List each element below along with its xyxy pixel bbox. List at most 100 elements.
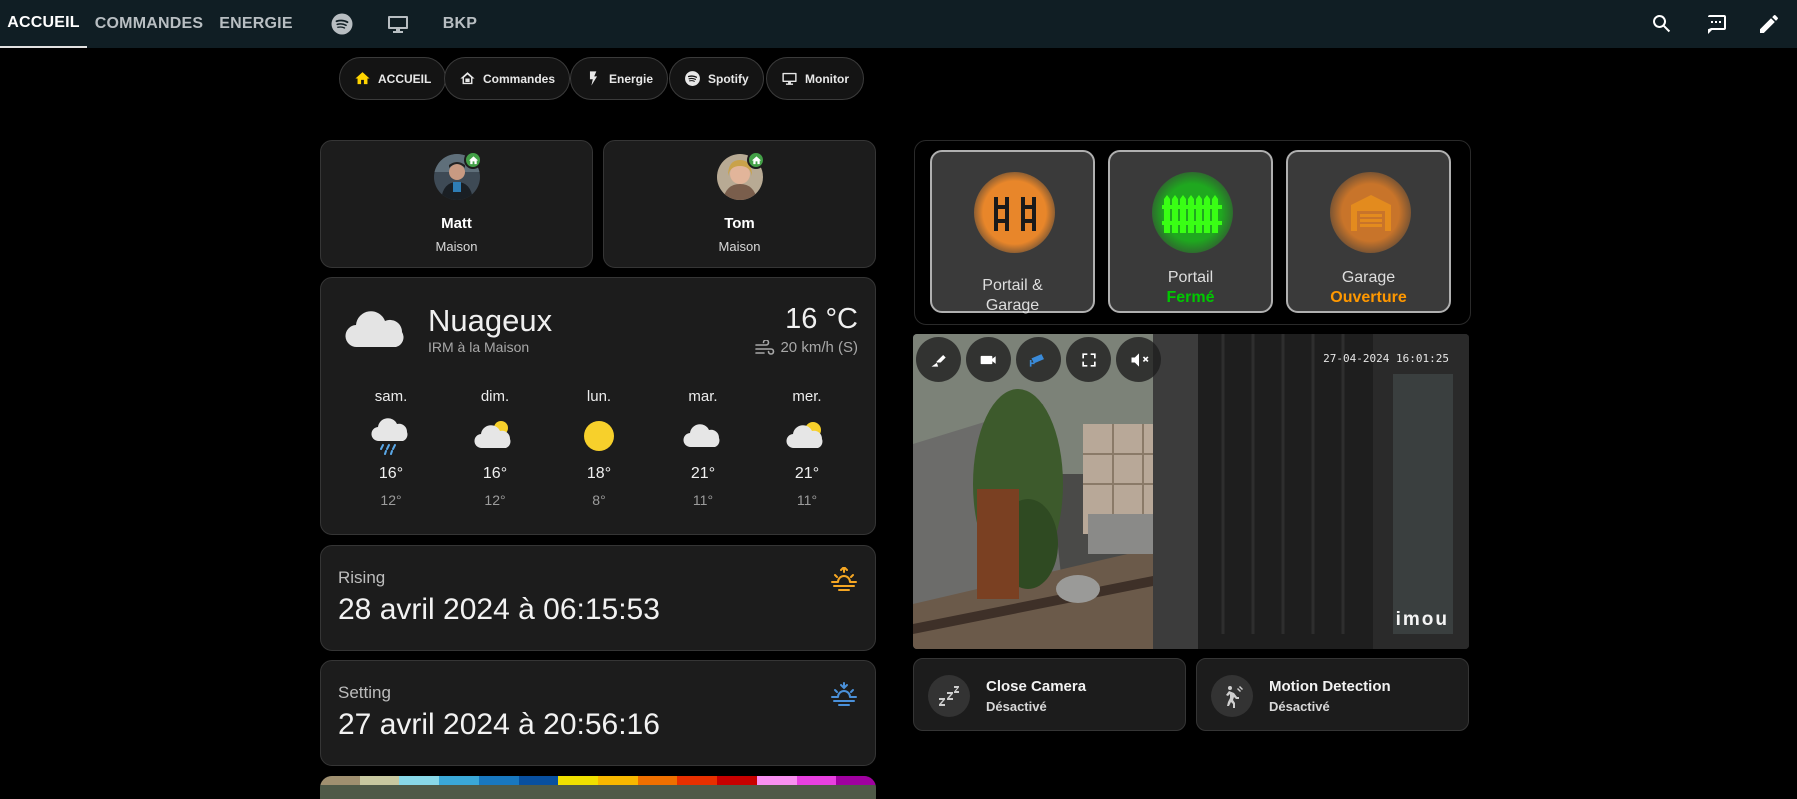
- top-app-bar: ACCUEIL COMMANDES ENERGIE BKP: [0, 0, 1797, 48]
- sun-setting-card[interactable]: Setting 27 avril 2024 à 20:56:16: [320, 660, 876, 766]
- tab-energie[interactable]: ENERGIE: [211, 0, 301, 48]
- forecast-low: 12°: [484, 492, 506, 508]
- tile-name: Close Camera: [986, 678, 1087, 695]
- partly-cloudy-icon: [455, 413, 535, 459]
- chip-spotify[interactable]: Spotify: [669, 57, 764, 100]
- tile-close-camera[interactable]: Close Camera Désactivé: [913, 658, 1186, 731]
- gate-closed-icon: [1152, 172, 1233, 253]
- forecast-day: lun. 18° 8°: [559, 388, 639, 508]
- person-card-tom[interactable]: Tom Maison: [603, 140, 876, 268]
- weather-card[interactable]: Nuageux IRM à la Maison 16 °C 20 km/h (S…: [320, 277, 876, 535]
- sun-icon: [559, 413, 639, 459]
- forecast-high: 21°: [690, 465, 716, 482]
- mute-button[interactable]: [1116, 337, 1161, 382]
- weather-source: IRM à la Maison: [428, 339, 530, 355]
- flash-icon: [589, 71, 598, 86]
- wind-value: 20 km/h (S): [780, 339, 858, 356]
- sun-setting-value: 27 avril 2024 à 20:56:16: [338, 708, 660, 741]
- sunrise-icon: [831, 567, 857, 591]
- person-state: Maison: [435, 239, 478, 254]
- fullscreen-button[interactable]: [1066, 337, 1111, 382]
- chip-accueil[interactable]: ACCUEIL: [339, 57, 447, 100]
- mute-icon: [1131, 352, 1148, 367]
- camera-timestamp: 27-04-2024 16:01:25: [1323, 352, 1449, 365]
- tab-accueil[interactable]: ACCUEIL: [0, 0, 87, 48]
- chip-commandes[interactable]: Commandes: [444, 57, 571, 100]
- assist-chat-icon[interactable]: [1704, 12, 1728, 36]
- garage-icon: [1330, 172, 1411, 253]
- cloud-icon: [663, 413, 743, 459]
- cctv-icon: [1029, 353, 1044, 367]
- partly-cloudy-icon: [767, 413, 847, 459]
- chip-label: Monitor: [805, 71, 849, 86]
- rainy-cloud-icon: [351, 413, 431, 459]
- forecast-high: 16°: [378, 465, 404, 482]
- home-zone-badge: [747, 151, 765, 169]
- chip-label: Energie: [609, 71, 654, 86]
- weather-temperature: 16 °C: [785, 303, 858, 335]
- chip-label: Commandes: [483, 71, 556, 86]
- forecast-high: 16°: [482, 465, 508, 482]
- sunset-icon: [831, 682, 857, 706]
- spotify-icon: [685, 71, 700, 86]
- wind-icon: [755, 339, 775, 355]
- cover-portail[interactable]: Portail Fermé: [1108, 150, 1273, 313]
- cover-portail-garage[interactable]: Portail & Garage: [930, 150, 1095, 314]
- chip-label: ACCUEIL: [378, 71, 432, 86]
- spotify-icon: [331, 13, 353, 35]
- tab-commandes[interactable]: COMMANDES: [87, 0, 211, 48]
- camera-feed[interactable]: 27-04-2024 16:01:25 imou: [913, 334, 1469, 649]
- sun-setting-label: Setting: [338, 683, 391, 702]
- forecast-low: 11°: [692, 492, 714, 508]
- chip-label: Spotify: [708, 71, 749, 86]
- person-name: Tom: [724, 215, 755, 232]
- edit-pencil-icon[interactable]: [1757, 12, 1781, 36]
- tile-state: Désactivé: [986, 699, 1047, 714]
- sun-rising-card[interactable]: Rising 28 avril 2024 à 06:15:53: [320, 545, 876, 651]
- camera-select-button[interactable]: [1016, 337, 1061, 382]
- radar-map-card[interactable]: [320, 776, 876, 799]
- forecast-low: 12°: [380, 492, 402, 508]
- forecast-day-name: sam.: [374, 388, 408, 405]
- forecast-high: 21°: [794, 465, 820, 482]
- cover-state: Ouverture: [1330, 289, 1407, 306]
- motion-sensor-icon: [1211, 675, 1253, 717]
- chip-monitor[interactable]: Monitor: [766, 57, 864, 100]
- sun-rising-label: Rising: [338, 568, 386, 587]
- forecast-day-name: mar.: [688, 388, 718, 405]
- tab-bkp[interactable]: BKP: [430, 0, 490, 48]
- ptz-control-button[interactable]: [916, 337, 961, 382]
- monitor-icon: [782, 72, 797, 85]
- person-card-matt[interactable]: Matt Maison: [320, 140, 593, 268]
- forecast-high: 18°: [586, 465, 612, 482]
- tab-spotify[interactable]: [318, 0, 366, 48]
- cover-garage[interactable]: Garage Ouverture: [1286, 150, 1451, 313]
- radar-legend-bar: [320, 776, 876, 785]
- weather-wind: 20 km/h (S): [755, 339, 858, 356]
- tile-motion-detection[interactable]: Motion Detection Désactivé: [1196, 658, 1469, 731]
- cover-label: Garage: [1341, 269, 1396, 286]
- forecast-day-name: dim.: [480, 388, 510, 405]
- cover-label: Portail & Garage: [982, 277, 1043, 314]
- gate-open-icon: [974, 172, 1055, 253]
- forecast-day-name: lun.: [586, 388, 612, 405]
- forecast-day: mer. 21° 11°: [767, 388, 847, 508]
- forecast-day-name: mer.: [792, 388, 822, 405]
- forecast-low: 11°: [796, 492, 818, 508]
- home-icon: [468, 155, 478, 164]
- camera-image: [913, 334, 1469, 649]
- home-zone-badge: [464, 151, 482, 169]
- radar-map: [320, 785, 876, 799]
- tab-monitor[interactable]: [374, 0, 422, 48]
- record-button[interactable]: [966, 337, 1011, 382]
- camera-brand-logo: imou: [1395, 609, 1449, 630]
- fullscreen-icon: [1081, 352, 1096, 367]
- sun-rising-value: 28 avril 2024 à 06:15:53: [338, 593, 660, 626]
- search-icon[interactable]: [1650, 12, 1674, 36]
- forecast-day: dim. 16° 12°: [455, 388, 535, 508]
- covers-panel: Portail & Garage Portail Fermé Garage Ouv…: [914, 140, 1471, 325]
- forecast-day: mar. 21° 11°: [663, 388, 743, 508]
- home-icon: [751, 155, 761, 164]
- weather-condition: Nuageux: [428, 303, 553, 338]
- chip-energie[interactable]: Energie: [570, 57, 669, 100]
